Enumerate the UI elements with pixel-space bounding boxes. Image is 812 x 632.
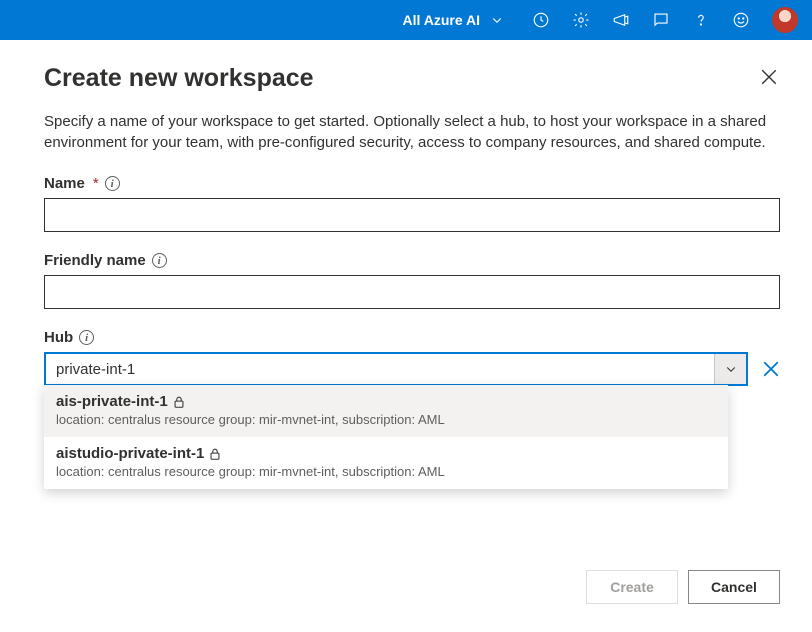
cancel-button[interactable]: Cancel: [688, 570, 780, 604]
create-button: Create: [586, 570, 678, 604]
chevron-down-icon: [488, 11, 506, 29]
top-nav-bar: All Azure AI: [0, 0, 812, 40]
scope-label: All Azure AI: [402, 12, 480, 28]
hub-option-title: ais-private-int-1: [56, 393, 168, 410]
megaphone-icon[interactable]: [612, 11, 630, 29]
gear-icon[interactable]: [572, 11, 590, 29]
hub-option-title: aistudio-private-int-1: [56, 445, 204, 462]
hub-label: Hub i: [44, 329, 780, 346]
info-icon[interactable]: i: [105, 176, 120, 191]
close-button[interactable]: [760, 68, 780, 88]
feedback-smile-icon[interactable]: [732, 11, 750, 29]
friendly-name-input[interactable]: [44, 275, 780, 309]
required-indicator: *: [93, 175, 99, 192]
scope-selector[interactable]: All Azure AI: [402, 11, 506, 29]
panel-footer: Create Cancel: [586, 570, 780, 604]
hub-combobox[interactable]: [44, 352, 748, 386]
clear-hub-button[interactable]: [762, 360, 780, 378]
chat-icon[interactable]: [652, 11, 670, 29]
hub-input[interactable]: [46, 354, 714, 384]
panel-description: Specify a name of your workspace to get …: [44, 111, 780, 153]
hub-dropdown-list: ais-private-int-1 location: centralus re…: [44, 385, 728, 489]
create-workspace-panel: Create new workspace Specify a name of y…: [18, 40, 806, 632]
hub-option-subtitle: location: centralus resource group: mir-…: [56, 464, 716, 479]
lock-icon: [208, 447, 222, 461]
friendly-name-label: Friendly name i: [44, 252, 780, 269]
info-icon[interactable]: i: [79, 330, 94, 345]
name-label: Name * i: [44, 175, 780, 192]
hub-option[interactable]: ais-private-int-1 location: centralus re…: [44, 385, 728, 437]
clock-icon[interactable]: [532, 11, 550, 29]
hub-option-subtitle: location: centralus resource group: mir-…: [56, 412, 716, 427]
info-icon[interactable]: i: [152, 253, 167, 268]
name-input[interactable]: [44, 198, 780, 232]
lock-icon: [172, 395, 186, 409]
hub-option[interactable]: aistudio-private-int-1 location: central…: [44, 437, 728, 489]
help-icon[interactable]: [692, 11, 710, 29]
hub-dropdown-toggle[interactable]: [714, 354, 746, 384]
panel-title: Create new workspace: [44, 64, 314, 93]
user-avatar[interactable]: [772, 7, 798, 33]
